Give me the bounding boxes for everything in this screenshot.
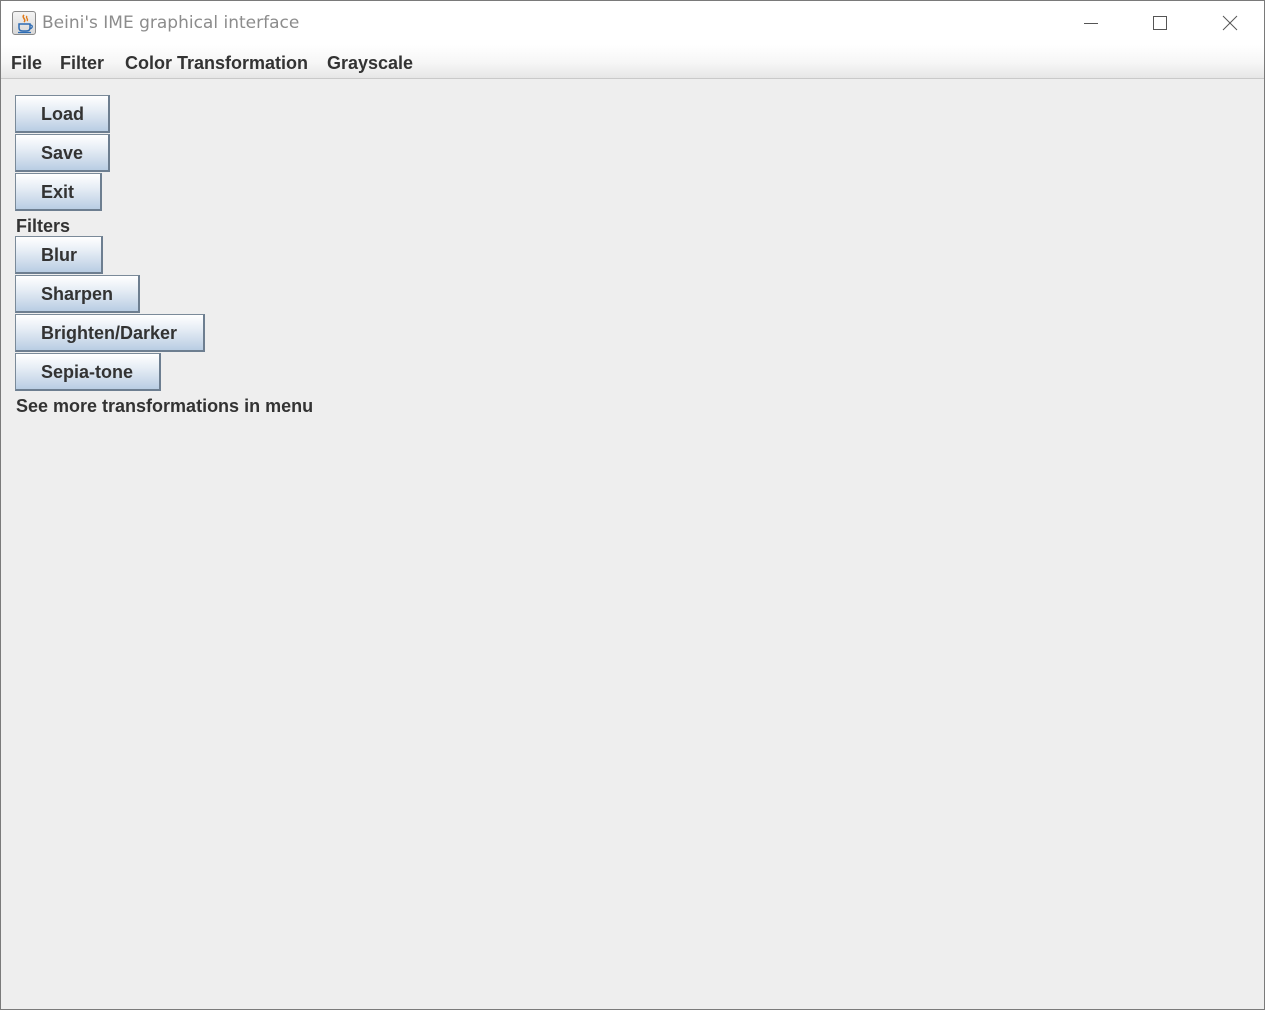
save-button[interactable]: Save (15, 134, 110, 172)
filters-label: Filters (16, 216, 71, 236)
main-panel: Load Save Exit Filters Blur Sharpen Brig… (1, 80, 1264, 1009)
close-button[interactable] (1195, 1, 1264, 45)
more-transformations-hint: See more transformations in menu (16, 396, 314, 416)
brighten-darker-button[interactable]: Brighten/Darker (15, 314, 205, 352)
exit-button[interactable]: Exit (15, 173, 102, 211)
java-coffee-cup-icon (12, 11, 36, 35)
blur-button[interactable]: Blur (15, 236, 103, 274)
app-window: Beini's IME graphical interface File Fil… (0, 0, 1265, 1010)
minimize-icon (1084, 23, 1098, 24)
maximize-button[interactable] (1125, 1, 1195, 45)
close-icon (1222, 15, 1238, 31)
sepia-tone-button[interactable]: Sepia-tone (15, 353, 161, 391)
sharpen-button[interactable]: Sharpen (15, 275, 140, 313)
window-title: Beini's IME graphical interface (42, 13, 300, 33)
menu-filter[interactable]: Filter (60, 52, 104, 74)
menu-bar: File Filter Color Transformation Graysca… (1, 45, 1264, 79)
load-button[interactable]: Load (15, 95, 110, 133)
menu-file[interactable]: File (11, 52, 42, 74)
maximize-icon (1153, 16, 1167, 30)
title-bar[interactable]: Beini's IME graphical interface (1, 1, 1264, 45)
menu-color-transformation[interactable]: Color Transformation (125, 52, 308, 74)
menu-grayscale[interactable]: Grayscale (327, 52, 413, 74)
minimize-button[interactable] (1056, 1, 1126, 45)
